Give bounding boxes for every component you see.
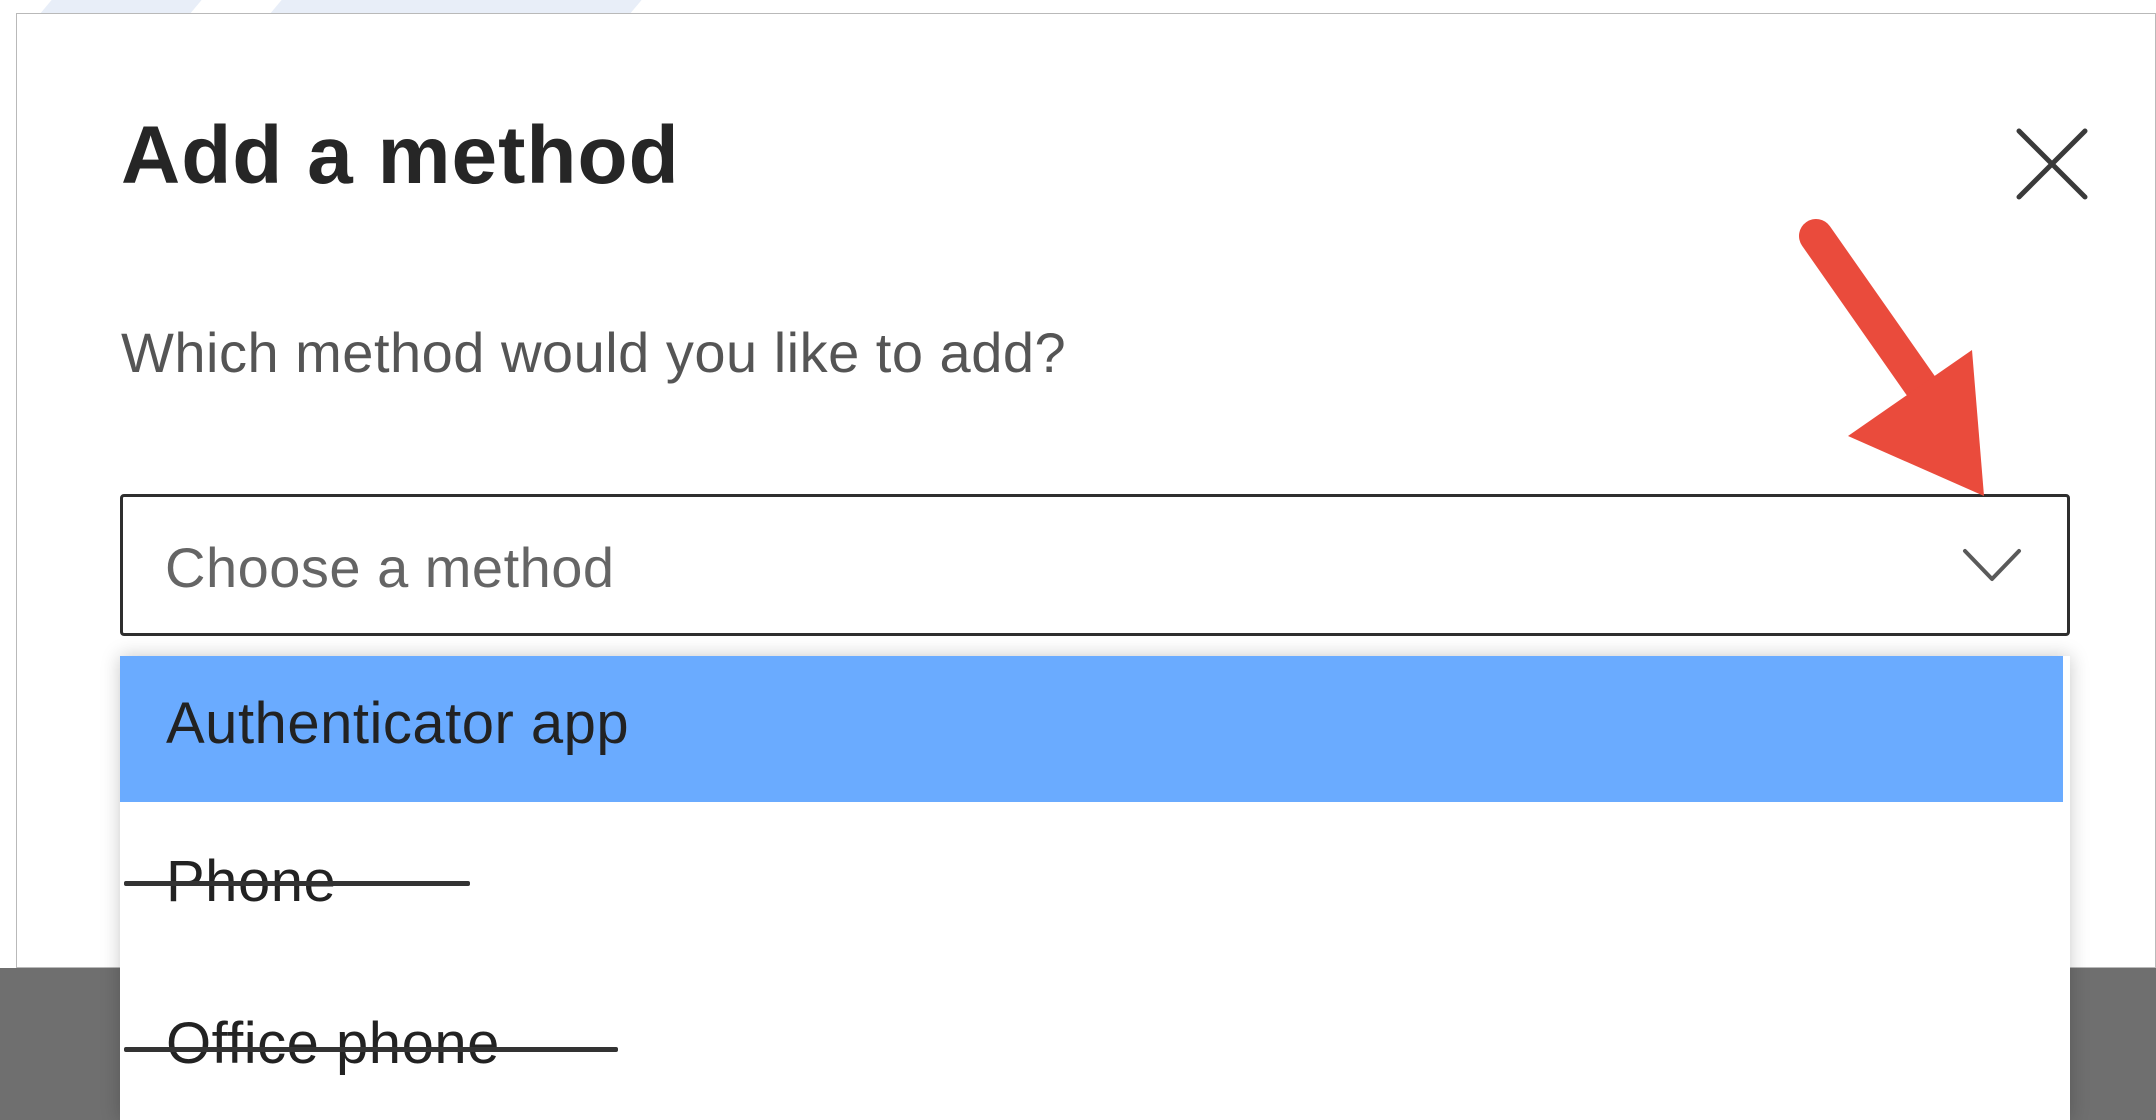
- method-question: Which method would you like to add?: [121, 321, 1067, 384]
- close-button[interactable]: [2007, 119, 2097, 209]
- method-select[interactable]: Choose a method: [120, 494, 2070, 636]
- strikethrough-office-phone: [124, 1047, 618, 1052]
- method-options-list: Authenticator app Phone Office phone: [120, 656, 2070, 1120]
- strikethrough-phone: [124, 881, 470, 886]
- close-icon: [2016, 128, 2088, 200]
- option-label: Office phone: [166, 1011, 500, 1076]
- select-placeholder: Choose a method: [165, 536, 615, 599]
- option-label: Authenticator app: [166, 691, 630, 756]
- screenshot-stage: Add a method Which method would you like…: [0, 0, 2156, 1120]
- chevron-down-icon[interactable]: [1961, 541, 2023, 589]
- option-authenticator-app[interactable]: Authenticator app: [120, 656, 2063, 802]
- dialog-title: Add a method: [121, 110, 680, 201]
